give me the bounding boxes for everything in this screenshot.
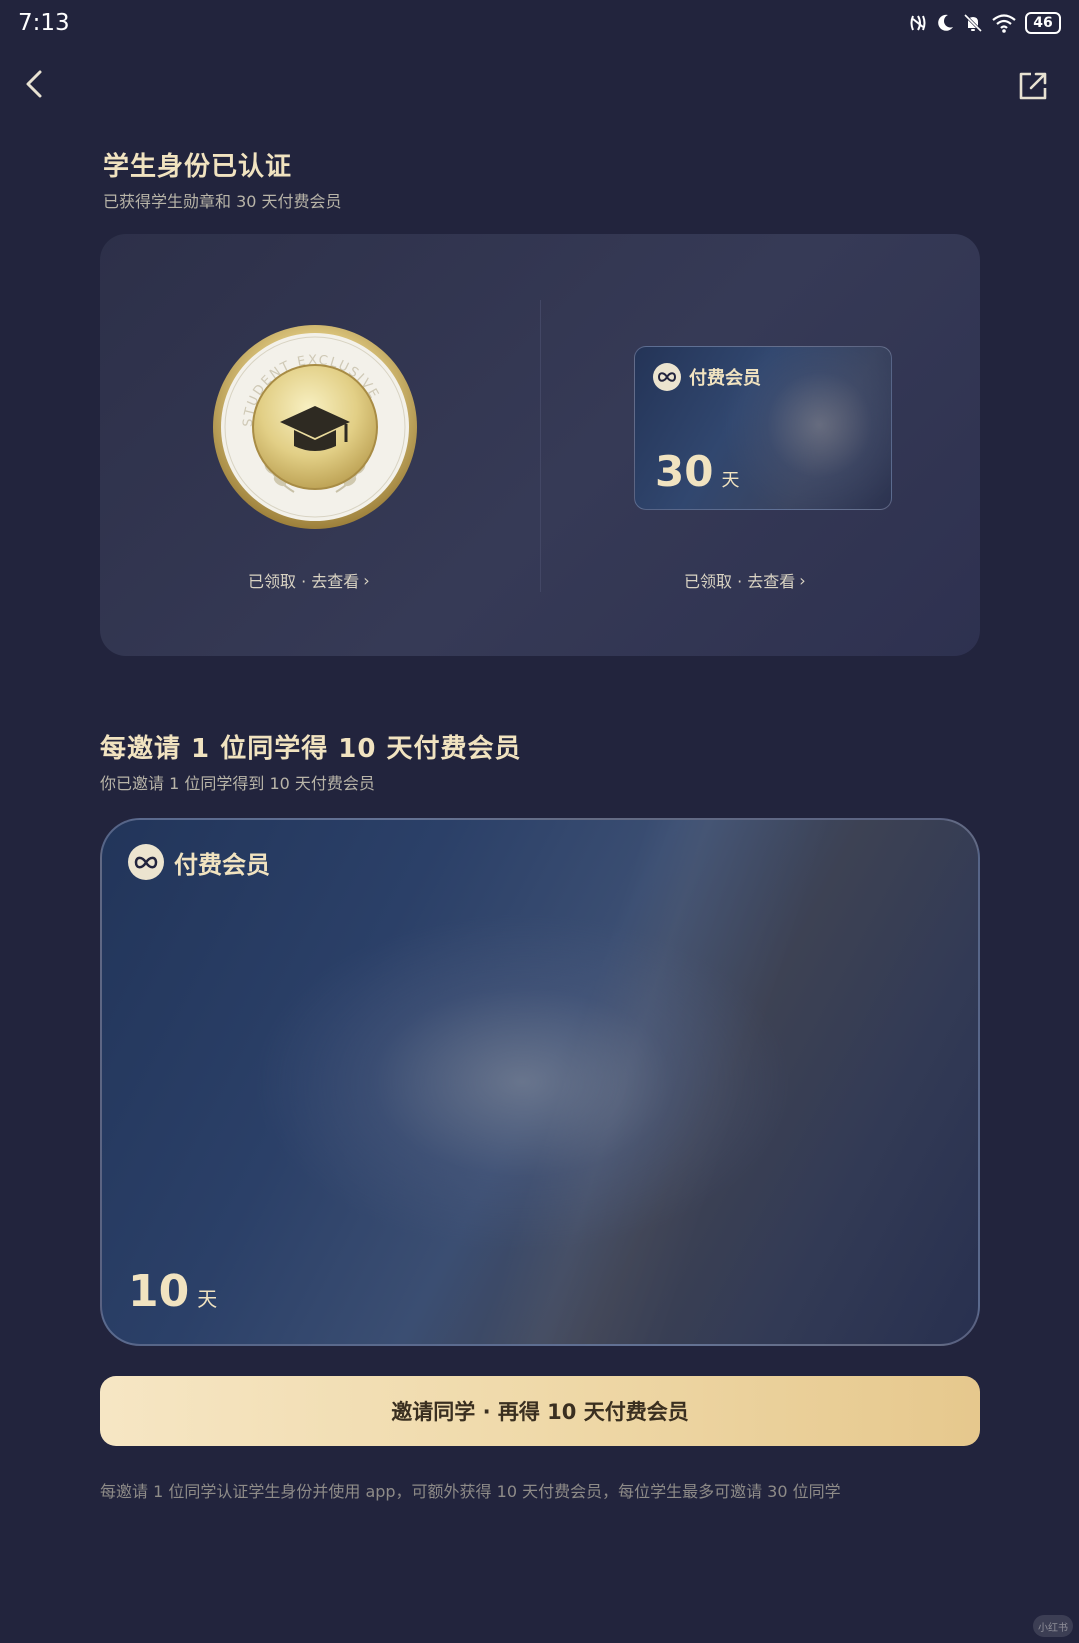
membership-card-10-days: 付费会员 10 天 <box>100 818 980 1346</box>
card-days-number: 30 <box>655 447 714 496</box>
card-brand-label: 付费会员 <box>689 368 761 389</box>
status-icons: 46 <box>909 10 1061 36</box>
badge-claimed-label: 已领取 · 去查看 <box>248 572 360 591</box>
card-sheen <box>102 820 978 1344</box>
membership-claimed-label: 已领取 · 去查看 <box>684 572 796 591</box>
membership-card-30-days: 付费会员 30 天 <box>634 346 892 510</box>
invite-title: 每邀请 1 位同学得 10 天付费会员 <box>100 734 522 764</box>
status-time: 7:13 <box>18 10 70 36</box>
wifi-icon <box>992 14 1016 33</box>
battery-indicator: 46 <box>1025 12 1061 34</box>
bell-off-icon <box>963 13 983 33</box>
card-days-unit: 天 <box>721 470 740 491</box>
reward-panel: STUDENT EXCLUSIVE 已领取 · 去查看 › 付费会员 30 天 … <box>100 234 980 656</box>
invite-subtitle: 你已邀请 1 位同学得到 10 天付费会员 <box>100 774 375 793</box>
invite-button[interactable]: 邀请同学 · 再得 10 天付费会员 <box>100 1376 980 1446</box>
graduation-badge-icon: STUDENT EXCLUSIVE <box>213 325 417 529</box>
chevron-left-icon[interactable] <box>18 66 54 102</box>
big-card-brand: 付费会员 <box>128 844 270 880</box>
panel-divider <box>540 300 541 592</box>
infinity-icon <box>128 844 164 880</box>
chevron-right-icon: › <box>363 570 370 590</box>
infinity-icon <box>653 363 681 391</box>
big-card-brand-label: 付费会员 <box>174 850 270 879</box>
big-card-days-number: 10 <box>128 1266 190 1317</box>
status-bar: 7:13 46 <box>0 0 1079 48</box>
card-days: 30 天 <box>655 447 739 496</box>
verified-subtitle: 已获得学生勋章和 30 天付费会员 <box>103 192 342 211</box>
watermark-logo: 小红书 <box>1033 1615 1073 1637</box>
big-card-days-unit: 天 <box>197 1287 218 1311</box>
share-external-icon[interactable] <box>1017 70 1049 102</box>
membership-claimed-link[interactable]: 已领取 · 去查看 › <box>684 568 806 592</box>
chevron-right-icon: › <box>799 570 806 590</box>
badge-claimed-link[interactable]: 已领取 · 去查看 › <box>248 568 370 592</box>
invite-footnote: 每邀请 1 位同学认证学生身份并使用 app，可额外获得 10 天付费会员，每位… <box>100 1482 841 1501</box>
nfc-icon <box>910 15 926 31</box>
verified-title: 学生身份已认证 <box>103 152 293 182</box>
big-card-days: 10 天 <box>128 1266 217 1317</box>
moon-icon <box>938 14 953 31</box>
card-brand: 付费会员 <box>653 363 761 391</box>
